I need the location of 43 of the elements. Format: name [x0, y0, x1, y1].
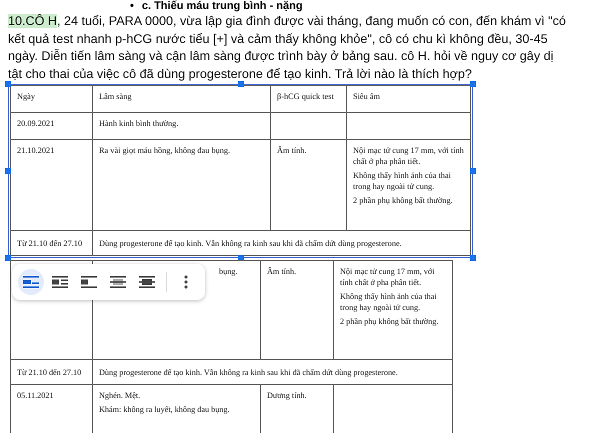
- table-image[interactable]: [10, 260, 453, 433]
- resize-handle[interactable]: [470, 255, 476, 261]
- more-icon: [184, 275, 188, 289]
- resize-handle[interactable]: [238, 81, 244, 87]
- table-cell-text: Ra vài giọt máu hồng, không đau bụng.: [99, 145, 232, 156]
- table-cell-text: Nội mạc tử cung 17 mm, với tính chất ở pha phân tiết.: [353, 145, 464, 167]
- text-wrap-icon: [138, 275, 156, 289]
- table-cell-text: 2 phần phụ không bất thường.: [353, 195, 454, 206]
- table-cell-text: Dương tính.: [267, 390, 308, 401]
- table-cell-text: Dùng progesterone để tạo kinh. Vẫn không ra kinh sau khi đã chấm dứt dùng progesterone.: [99, 238, 403, 248]
- resize-handle[interactable]: [470, 81, 476, 87]
- table-cell-text: Không thấy hình ảnh của thai trong hay ngoài tử cung.: [340, 291, 438, 313]
- table-cell-text: 2 phần phụ không bất thường.: [340, 316, 440, 327]
- table-cell-text: 05.11.2021: [17, 390, 55, 401]
- table-cell-text: 21.10.2021: [17, 145, 56, 156]
- table-cell-text: Dùng progesterone để tạo kinh. Vẫn không ra kinh sau khi đã chấm dứt dùng progesterone.: [99, 366, 399, 378]
- table-cell-text: Từ 21.10 đến 27.10: [17, 238, 84, 248]
- resize-handle[interactable]: [5, 255, 11, 261]
- table-cell-text: 20.09.2021: [17, 118, 56, 129]
- bullet-mark: •: [130, 0, 134, 13]
- question-paragraph: 10.CÔ H, 24 tuổi, PARA 0000, vừa lập gia đình được vài tháng, đang muốn có con, đến khám vì "có kết quả test nhanh p-hCG nước tiểu [+] và cảm thấy không khỏe", cô có chu kì không đều, 30-45 ngày. Diễn tiến lâm sàng và cận lâm sàng được trình bày ở bảng sau. cô H. hỏi về nguy cơ gây dị tật cho thai của việc cô đã dùng progesterone để tạo kinh. Trả lời nào là thích hợp?: [8, 13, 566, 83]
- table-cell-text: Âm tính.: [277, 145, 308, 156]
- table-cell-text: Lâm sàng: [99, 91, 132, 102]
- table-cell-text: Hành kinh bình thường.: [99, 118, 180, 129]
- section-heading: c. Thiếu máu trung bình - nặng: [142, 0, 303, 13]
- table-cell-text: Không thấy hình ảnh của thai trong hay ngoài tử cung.: [353, 170, 452, 192]
- text-wrap-icon: [22, 275, 40, 289]
- wrap-option-button[interactable]: [18, 269, 44, 295]
- table-cell-text: β-hCG quick test: [277, 91, 335, 102]
- table-cell-text: Siêu âm: [353, 91, 381, 102]
- table-cell-text: Âm tính.: [267, 266, 298, 277]
- table-cell-text: Từ 21.10 đến 27.10: [17, 366, 82, 378]
- resize-handle[interactable]: [5, 81, 11, 87]
- resize-handle[interactable]: [5, 168, 11, 174]
- table-cell-text: Nội mạc tử cung 17 mm, với tính chất ở pha phân tiết.: [340, 266, 436, 288]
- text-wrap-icon: [51, 275, 69, 289]
- table-cell-text: Khám: không ra luyết, không đau bụng.: [99, 404, 231, 415]
- table-cell-text: bụng.: [219, 266, 238, 277]
- text-wrap-icon: [80, 275, 98, 289]
- resize-handle[interactable]: [470, 168, 476, 174]
- table-cell-text: Nghén. Mệt.: [99, 390, 142, 401]
- table-cell-text: Ngày: [17, 91, 36, 102]
- text-wrap-icon: [109, 275, 127, 289]
